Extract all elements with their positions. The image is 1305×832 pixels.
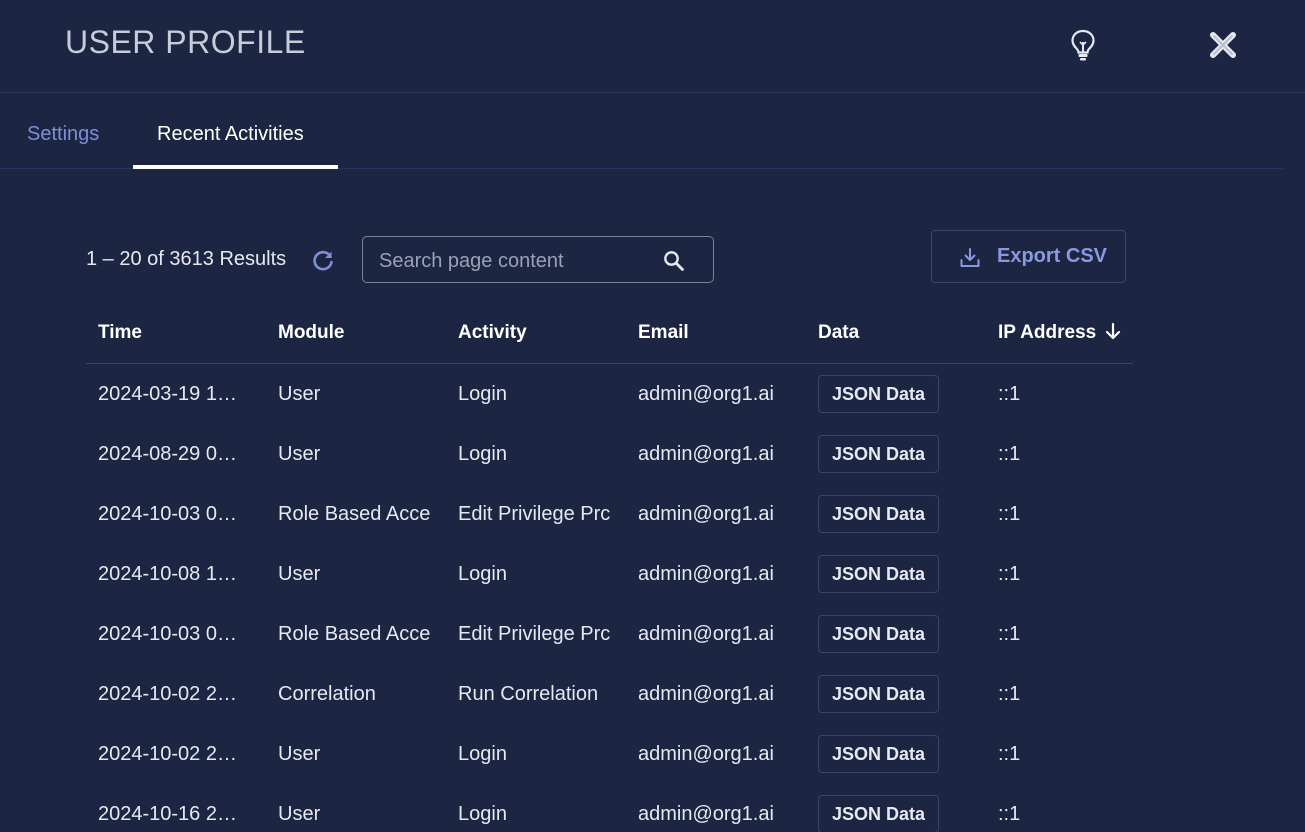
- export-csv-label: Export CSV: [997, 245, 1108, 267]
- cell-module: User: [278, 563, 321, 585]
- cell-module: Correlation: [278, 683, 376, 705]
- column-header-ip-address-label: IP Address: [998, 322, 1097, 343]
- json-data-button[interactable]: JSON Data: [818, 615, 939, 653]
- table-row: 2024-10-16 2… User Login admin@org1.ai JSON …: [86, 784, 1133, 832]
- search-input[interactable]: [377, 247, 661, 275]
- table-row: 2024-10-08 1… User Login admin@org1.ai JSON …: [86, 544, 1133, 604]
- json-data-button[interactable]: JSON Data: [818, 555, 939, 593]
- cell-module: User: [278, 743, 321, 765]
- column-header-time[interactable]: Time: [98, 322, 142, 344]
- cell-time: 2024-10-16 2…: [98, 803, 237, 825]
- cell-ip-address: ::1: [998, 803, 1021, 825]
- cell-email: admin@org1.ai: [638, 803, 774, 825]
- table-header: Time Module Activity Email Data IP Addre…: [86, 300, 1133, 364]
- column-header-data[interactable]: Data: [818, 322, 859, 344]
- cell-email: admin@org1.ai: [638, 503, 774, 525]
- json-data-button[interactable]: JSON Data: [818, 795, 939, 832]
- user-profile-dialog: USER PROFILE Settings Recent Activities …: [0, 0, 1305, 832]
- cell-email: admin@org1.ai: [638, 563, 774, 585]
- json-data-button[interactable]: JSON Data: [818, 675, 939, 713]
- cell-email: admin@org1.ai: [638, 443, 774, 465]
- close-icon[interactable]: [1206, 28, 1240, 62]
- cell-activity: Login: [458, 803, 507, 825]
- cell-activity: Edit Privilege Prc: [458, 623, 611, 645]
- tab-settings[interactable]: Settings: [27, 123, 99, 146]
- table-row: 2024-10-03 0… Role Based Acce Edit Privile…: [86, 484, 1133, 544]
- cell-ip-address: ::1: [998, 503, 1021, 525]
- table-row: 2024-03-19 1… User Login admin@org1.ai JSON …: [86, 364, 1133, 424]
- cell-ip-address: ::1: [998, 383, 1021, 405]
- cell-module: User: [278, 443, 321, 465]
- tab-bar: Settings Recent Activities: [0, 93, 1283, 169]
- cell-module: User: [278, 383, 321, 405]
- cell-time: 2024-03-19 1…: [98, 383, 237, 405]
- column-header-ip-address[interactable]: IP Address: [998, 322, 1122, 344]
- cell-email: admin@org1.ai: [638, 623, 774, 645]
- cell-activity: Run Correlation: [458, 683, 599, 705]
- page-title: USER PROFILE: [65, 24, 306, 60]
- cell-ip-address: ::1: [998, 743, 1021, 765]
- cell-activity: Login: [458, 743, 507, 765]
- table-row: 2024-08-29 0… User Login admin@org1.ai JSON …: [86, 424, 1133, 484]
- table-body: 2024-03-19 1… User Login admin@org1.ai JSON …: [86, 364, 1133, 832]
- json-data-button[interactable]: JSON Data: [818, 735, 939, 773]
- refresh-icon[interactable]: [310, 248, 336, 274]
- column-header-activity[interactable]: Activity: [458, 322, 527, 344]
- table-row: 2024-10-03 0… Role Based Acce Edit Privile…: [86, 604, 1133, 664]
- cell-activity: Login: [458, 443, 507, 465]
- cell-module: Role Based Acce: [278, 623, 431, 645]
- column-header-email[interactable]: Email: [638, 322, 689, 344]
- cell-time: 2024-10-02 2…: [98, 743, 237, 765]
- cell-module: Role Based Acce: [278, 503, 431, 525]
- cell-activity: Login: [458, 563, 507, 585]
- cell-time: 2024-08-29 0…: [98, 443, 237, 465]
- download-icon: [958, 246, 982, 270]
- active-tab-indicator: [133, 165, 338, 169]
- json-data-button[interactable]: JSON Data: [818, 435, 939, 473]
- cell-email: admin@org1.ai: [638, 683, 774, 705]
- sort-descending-icon: [1104, 322, 1122, 340]
- cell-email: admin@org1.ai: [638, 743, 774, 765]
- json-data-button[interactable]: JSON Data: [818, 375, 939, 413]
- search-box: [362, 236, 714, 283]
- results-count: 1 – 20 of 3613 Results: [86, 248, 287, 270]
- cell-time: 2024-10-02 2…: [98, 683, 237, 705]
- cell-activity: Edit Privilege Prc: [458, 503, 611, 525]
- cell-activity: Login: [458, 383, 507, 405]
- activities-table: Time Module Activity Email Data IP Addre…: [86, 300, 1133, 832]
- cell-time: 2024-10-03 0…: [98, 623, 237, 645]
- cell-ip-address: ::1: [998, 683, 1021, 705]
- export-csv-button[interactable]: Export CSV: [931, 230, 1126, 283]
- json-data-button[interactable]: JSON Data: [818, 495, 939, 533]
- column-header-module[interactable]: Module: [278, 322, 345, 344]
- cell-ip-address: ::1: [998, 443, 1021, 465]
- cell-module: User: [278, 803, 321, 825]
- dialog-header: USER PROFILE: [0, 0, 1305, 93]
- cell-ip-address: ::1: [998, 623, 1021, 645]
- cell-time: 2024-10-08 1…: [98, 563, 237, 585]
- cell-ip-address: ::1: [998, 563, 1021, 585]
- lightbulb-icon[interactable]: [1068, 28, 1098, 62]
- table-row: 2024-10-02 2… Correlation Run Correlation a…: [86, 664, 1133, 724]
- search-icon[interactable]: [663, 250, 685, 272]
- cell-email: admin@org1.ai: [638, 383, 774, 405]
- table-row: 2024-10-02 2… User Login admin@org1.ai JSON …: [86, 724, 1133, 784]
- tab-recent-activities[interactable]: Recent Activities: [157, 123, 304, 146]
- cell-time: 2024-10-03 0…: [98, 503, 237, 525]
